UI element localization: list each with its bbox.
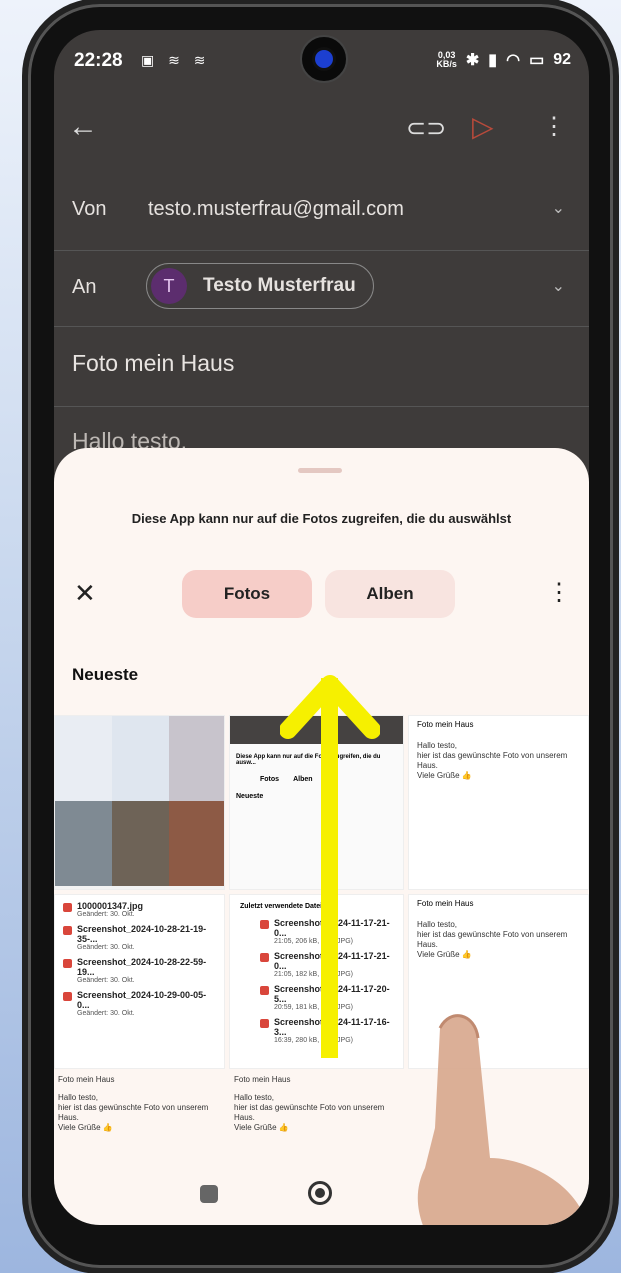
net-speed-unit: KB/s xyxy=(436,59,457,69)
photo-thumbnail[interactable]: Diese App kann nur auf die Fotos zugreif… xyxy=(229,715,404,890)
recipient-avatar: T xyxy=(151,268,187,304)
photo-thumbnail[interactable]: Zuletzt verwendete Dateien Screenshot_20… xyxy=(229,894,404,1069)
hand-pointer-icon xyxy=(417,1014,586,1225)
mini-notice: Diese App kann nur auf die Fotos zugreif… xyxy=(236,754,381,766)
picker-more-icon[interactable]: ⋮ xyxy=(547,578,571,607)
attach-icon[interactable]: ⊂⊃ xyxy=(406,114,446,143)
thumb-email-subject: Foto mein Haus xyxy=(417,899,474,908)
thumb-email-body: Hallo testo, hier ist das gewünschte Fot… xyxy=(58,1093,209,1132)
status-right: 0,03 KB/s ✱ ▮ ◠ ▭ 92 xyxy=(436,50,571,70)
swipe-up-arrow-icon xyxy=(280,675,380,739)
bluetooth-icon: ✱ xyxy=(465,52,480,69)
drag-handle[interactable] xyxy=(298,468,342,473)
home-button[interactable] xyxy=(308,1181,332,1205)
compose-toolbar: ← ⊂⊃ ▷ ⋮ xyxy=(54,110,589,160)
close-icon[interactable]: ✕ xyxy=(74,578,96,609)
photo-thumbnail[interactable] xyxy=(54,715,225,890)
thumb-email-subject: Foto mein Haus xyxy=(234,1075,291,1084)
thumb-email-body: Hallo testo, hier ist das gewünschte Fot… xyxy=(234,1093,385,1132)
thumb-email-subject: Foto mein Haus xyxy=(58,1075,115,1084)
back-arrow-icon[interactable]: ← xyxy=(68,110,98,144)
file-entry: Screenshot_2024-10-29-00-05-0... Geändert… xyxy=(61,990,218,1017)
to-label: An xyxy=(72,276,97,298)
mini-tab-fotos: Fotos xyxy=(260,776,280,783)
divider xyxy=(54,406,589,407)
photo-thumbnail[interactable]: Foto mein Haus Hallo testo, hier ist das… xyxy=(408,715,589,890)
from-label: Von xyxy=(72,198,107,220)
recipient-name: Testo Musterfrau xyxy=(203,275,356,296)
tab-fotos[interactable]: Fotos xyxy=(182,570,312,618)
more-options-icon[interactable]: ⋮ xyxy=(542,112,566,141)
thumb-email-subject: Foto mein Haus xyxy=(417,720,474,729)
recipient-chip[interactable]: T Testo Musterfrau xyxy=(146,263,374,309)
from-value[interactable]: testo.musterfrau@gmail.com xyxy=(148,198,404,221)
battery-icon: ▭ xyxy=(529,52,545,69)
thumb-email-body: Hallo testo, hier ist das gewünschte Fot… xyxy=(417,741,568,780)
from-chevron-down-icon[interactable]: ⌄ xyxy=(552,198,565,218)
wifi-icon: ◠ xyxy=(506,52,521,69)
file-entry: Screenshot_2024-10-28-21-19-35-... Geände… xyxy=(61,924,218,951)
thumb-email-body: Hallo testo, hier ist das gewünschte Fot… xyxy=(417,920,568,959)
section-title: Neueste xyxy=(72,665,139,684)
notification-icons: ▣ ≋ ≋ xyxy=(141,52,211,68)
status-time: 22:28 xyxy=(74,50,123,71)
status-bar: 22:28 ▣ ≋ ≋ 0,03 KB/s ✱ ▮ ◠ ▭ 92 xyxy=(54,30,589,90)
picker-notice: Diese App kann nur auf die Fotos zugreif… xyxy=(131,511,512,526)
send-icon[interactable]: ▷ xyxy=(472,110,494,143)
collage-image xyxy=(55,716,224,886)
photo-thumbnail[interactable]: 1000001347.jpg Geändert: 30. Okt. Screens… xyxy=(54,894,225,1069)
signal-icon: ▮ xyxy=(488,52,498,69)
mini-section: Neueste xyxy=(236,793,264,800)
recents-button[interactable] xyxy=(200,1185,218,1203)
battery-percent: 92 xyxy=(553,51,571,68)
tab-alben[interactable]: Alben xyxy=(325,570,455,618)
front-camera xyxy=(300,35,348,83)
divider xyxy=(54,326,589,327)
mini-tab-alben: Alben xyxy=(293,776,313,783)
file-entry: Screenshot_2024-10-28-22-59-19... Geänder… xyxy=(61,957,218,984)
to-chevron-down-icon[interactable]: ⌄ xyxy=(552,276,565,296)
phone-screen: 22:28 ▣ ≋ ≋ 0,03 KB/s ✱ ▮ ◠ ▭ 92 ← ⊂⊃ ▷ … xyxy=(54,30,589,1225)
net-speed: 0,03 KB/s xyxy=(436,51,457,69)
divider xyxy=(54,250,589,251)
photo-picker-sheet: Diese App kann nur auf die Fotos zugreif… xyxy=(54,448,589,1225)
recent-files-heading: Zuletzt verwendete Dateien xyxy=(240,903,331,910)
subject-field[interactable]: Foto mein Haus xyxy=(72,350,234,377)
file-entry: 1000001347.jpg Geändert: 30. Okt. xyxy=(61,901,218,918)
